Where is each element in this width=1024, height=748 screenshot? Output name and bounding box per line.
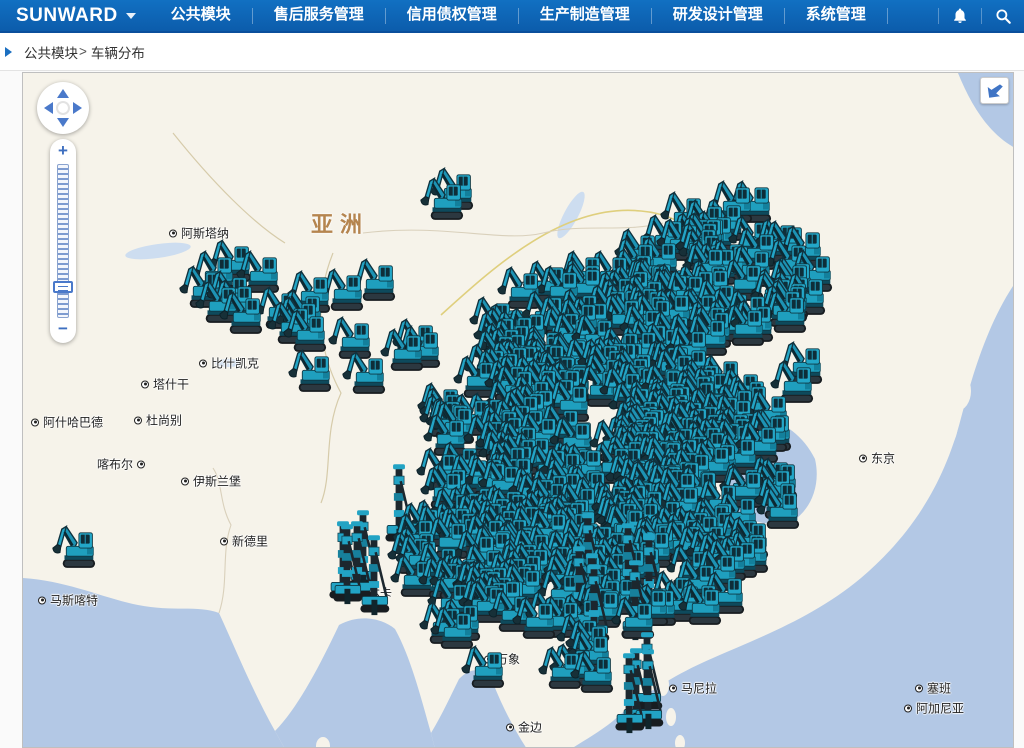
pan-left-arrow-icon[interactable]	[44, 102, 53, 114]
nav-separator	[887, 8, 888, 24]
zoom-slider-handle[interactable]	[53, 281, 73, 293]
navbar-right-icons	[938, 0, 1024, 31]
logo-text: SUNWARD	[16, 5, 118, 27]
vehicle-icon-excavator[interactable]	[287, 344, 341, 393]
zoom-slider-track[interactable]	[57, 164, 69, 318]
sidebar-expand-arrow-icon[interactable]	[5, 47, 12, 57]
vehicle-icon-excavator[interactable]	[51, 520, 105, 569]
nav-item-4[interactable]: 生产制造管理	[519, 0, 651, 32]
search-icon[interactable]	[982, 0, 1024, 32]
arrow-down-left-icon	[985, 81, 1005, 101]
pan-up-arrow-icon[interactable]	[57, 89, 69, 98]
vehicle-icon-excavator[interactable]	[218, 286, 272, 335]
map-pan-control[interactable]	[37, 82, 89, 134]
bell-icon[interactable]	[939, 0, 981, 32]
pan-down-arrow-icon[interactable]	[57, 118, 69, 127]
breadcrumb-separator: >	[79, 44, 87, 59]
nav-item-5[interactable]: 研发设计管理	[652, 0, 784, 32]
map-container[interactable]: 亚洲 阿斯塔纳乌兰巴托比什凯克塔什干杜尚别阿什哈巴德喀布尔伊斯兰堡新德里马斯喀特…	[22, 72, 1014, 748]
vehicle-icon-piledriver[interactable]	[612, 653, 646, 735]
logo-caret-down-icon	[126, 13, 136, 19]
pan-right-arrow-icon[interactable]	[73, 102, 82, 114]
breadcrumb-bar: 公共模块 > 车辆分布	[0, 33, 1024, 71]
top-navbar: SUNWARD ˊ 公共模块售后服务管理信用债权管理生产制造管理研发设计管理系统…	[0, 0, 1024, 33]
zoom-in-button[interactable]: +	[58, 143, 68, 161]
app-logo[interactable]: SUNWARD ˊ	[0, 5, 150, 27]
pan-center-hub[interactable]	[56, 101, 70, 115]
map-zoom-control[interactable]: + −	[50, 139, 76, 343]
map-vehicle-layer	[23, 73, 1013, 747]
breadcrumb-parent[interactable]: 公共模块	[24, 42, 78, 62]
vehicle-icon-excavator[interactable]	[460, 640, 514, 689]
nav-item-6[interactable]: 系统管理	[785, 0, 887, 32]
nav-item-2[interactable]: 售后服务管理	[253, 0, 385, 32]
nav-item-3[interactable]: 信用债权管理	[386, 0, 518, 32]
zoom-out-button[interactable]: −	[58, 321, 68, 339]
breadcrumb-current: 车辆分布	[91, 42, 145, 62]
vehicle-icon-excavator[interactable]	[341, 346, 395, 395]
map-collapse-button[interactable]	[980, 77, 1009, 104]
main-menu: 公共模块售后服务管理信用债权管理生产制造管理研发设计管理系统管理	[150, 0, 888, 31]
nav-item-1[interactable]: 公共模块	[150, 0, 252, 32]
vehicle-icon-piledriver[interactable]	[357, 535, 391, 617]
vehicle-icon-excavator[interactable]	[419, 172, 473, 221]
